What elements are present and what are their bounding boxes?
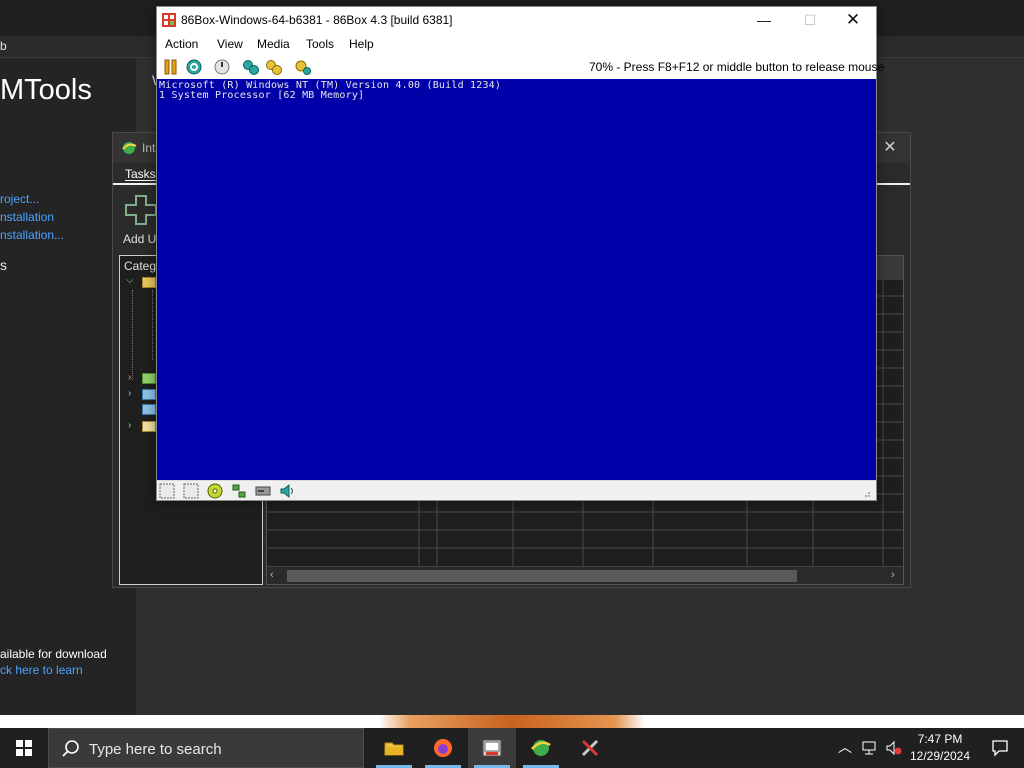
floppy-drive-icon[interactable] bbox=[183, 483, 199, 499]
notification-center-button[interactable] bbox=[976, 728, 1024, 768]
emulator-window: 86Box-Windows-64-b6381 - 86Box 4.3 [buil… bbox=[156, 6, 884, 501]
internet-explorer-icon bbox=[531, 740, 551, 756]
network-icon[interactable] bbox=[231, 483, 247, 499]
taskbar-file-explorer[interactable] bbox=[370, 728, 418, 768]
taskbar-internet-explorer[interactable] bbox=[517, 728, 565, 768]
machine-settings-icon[interactable] bbox=[265, 58, 283, 76]
menu-media[interactable]: Media bbox=[257, 37, 290, 51]
folder-icon bbox=[142, 373, 156, 384]
dialog-close-icon[interactable]: ✕ bbox=[879, 138, 901, 158]
background-link-project[interactable]: roject... bbox=[0, 192, 39, 206]
dialog-title: Int bbox=[142, 141, 156, 155]
windows-logo-icon bbox=[16, 740, 32, 756]
folder-icon bbox=[142, 421, 156, 432]
taskbar-86box[interactable] bbox=[468, 728, 516, 768]
tree-header: Categ bbox=[124, 259, 157, 273]
cdrom-icon[interactable] bbox=[207, 483, 223, 499]
taskbar-firefox[interactable] bbox=[419, 728, 467, 768]
network-tray-icon[interactable] bbox=[862, 740, 878, 756]
folder-icon bbox=[142, 277, 156, 288]
emulated-screen[interactable]: Microsoft (R) Windows NT (TM) Version 4.… bbox=[157, 79, 876, 480]
emulator-statusbar bbox=[157, 480, 876, 500]
background-link-installation[interactable]: nstallation bbox=[0, 210, 54, 224]
add-button-label[interactable]: Add U bbox=[123, 232, 156, 246]
taskbar: Type here to search ︿ 7:47 PM 12/29/2024 bbox=[0, 728, 1024, 768]
console-line: 1 System Processor [62 MB Memory] bbox=[159, 90, 365, 101]
dialog-menu-tasks[interactable]: Tasks bbox=[125, 167, 156, 181]
emulator-status-text: 70% - Press F8+F12 or middle button to r… bbox=[589, 60, 885, 74]
dialog-app-icon bbox=[122, 142, 137, 154]
scroll-left-icon[interactable]: ‹ bbox=[270, 569, 274, 581]
taskbar-search-box[interactable]: Type here to search bbox=[48, 728, 364, 768]
tools-icon bbox=[581, 739, 599, 757]
menu-help[interactable]: Help bbox=[349, 37, 374, 51]
emulator-titlebar[interactable]: 86Box-Windows-64-b6381 - 86Box 4.3 [buil… bbox=[157, 7, 876, 33]
minimize-icon[interactable]: — bbox=[741, 7, 787, 33]
clock-time[interactable]: 7:47 PM bbox=[912, 732, 968, 746]
update-notice: ailable for download bbox=[0, 647, 107, 661]
background-app-title: MTools bbox=[0, 74, 92, 106]
folder-icon bbox=[142, 389, 156, 400]
update-learn-link[interactable]: ck here to learn bbox=[0, 663, 83, 677]
menu-view[interactable]: View bbox=[217, 37, 243, 51]
tree-collapse-icon[interactable]: ⌵ bbox=[126, 275, 134, 286]
chevron-up-icon[interactable]: ︿ bbox=[838, 737, 854, 755]
add-plus-icon[interactable] bbox=[123, 193, 159, 227]
volume-muted-icon[interactable] bbox=[886, 740, 902, 756]
background-menu-fragment[interactable]: b bbox=[0, 39, 7, 53]
gear-icon[interactable] bbox=[294, 58, 312, 76]
file-explorer-icon bbox=[384, 742, 404, 756]
folder-icon bbox=[142, 404, 156, 415]
close-icon[interactable]: ✕ bbox=[830, 7, 876, 33]
search-placeholder: Type here to search bbox=[89, 741, 222, 758]
background-section-fragment: s bbox=[0, 257, 7, 273]
search-icon bbox=[62, 740, 79, 757]
power-icon[interactable] bbox=[213, 58, 231, 76]
tree-connector bbox=[132, 290, 133, 380]
settings-gears-icon[interactable] bbox=[242, 58, 260, 76]
firefox-icon bbox=[434, 739, 452, 757]
reset-icon[interactable] bbox=[185, 58, 203, 76]
start-button[interactable] bbox=[0, 728, 48, 768]
86box-app-icon bbox=[162, 13, 176, 27]
emulator-menubar: Action View Media Tools Help bbox=[157, 33, 876, 55]
menu-action[interactable]: Action bbox=[165, 37, 198, 51]
maximize-icon[interactable]: ☐ bbox=[787, 7, 833, 33]
floppy-drive-icon[interactable] bbox=[159, 483, 175, 499]
background-link-installation-more[interactable]: nstallation... bbox=[0, 228, 64, 242]
menu-tools[interactable]: Tools bbox=[306, 37, 334, 51]
86box-icon bbox=[482, 739, 502, 757]
notification-icon bbox=[992, 740, 1008, 757]
tree-connector bbox=[152, 290, 153, 360]
desktop-wallpaper bbox=[0, 715, 1024, 728]
clock-date[interactable]: 12/29/2024 bbox=[904, 749, 976, 763]
tree-expand-icon[interactable]: › bbox=[128, 388, 131, 399]
tree-expand-icon[interactable]: › bbox=[128, 420, 131, 431]
scroll-right-icon[interactable]: › bbox=[891, 569, 895, 581]
emulator-title: 86Box-Windows-64-b6381 - 86Box 4.3 [buil… bbox=[181, 13, 453, 27]
taskbar-tools[interactable] bbox=[566, 728, 614, 768]
scrollbar-thumb[interactable] bbox=[287, 570, 797, 582]
emulator-toolbar: 70% - Press F8+F12 or middle button to r… bbox=[157, 55, 884, 79]
hard-disk-icon[interactable] bbox=[255, 483, 271, 499]
tree-expand-icon[interactable]: › bbox=[128, 372, 131, 383]
resize-grip-icon[interactable] bbox=[861, 488, 871, 498]
pause-icon[interactable] bbox=[162, 58, 180, 76]
sound-icon[interactable] bbox=[279, 483, 295, 499]
horizontal-scrollbar[interactable]: ‹ › bbox=[267, 566, 903, 584]
